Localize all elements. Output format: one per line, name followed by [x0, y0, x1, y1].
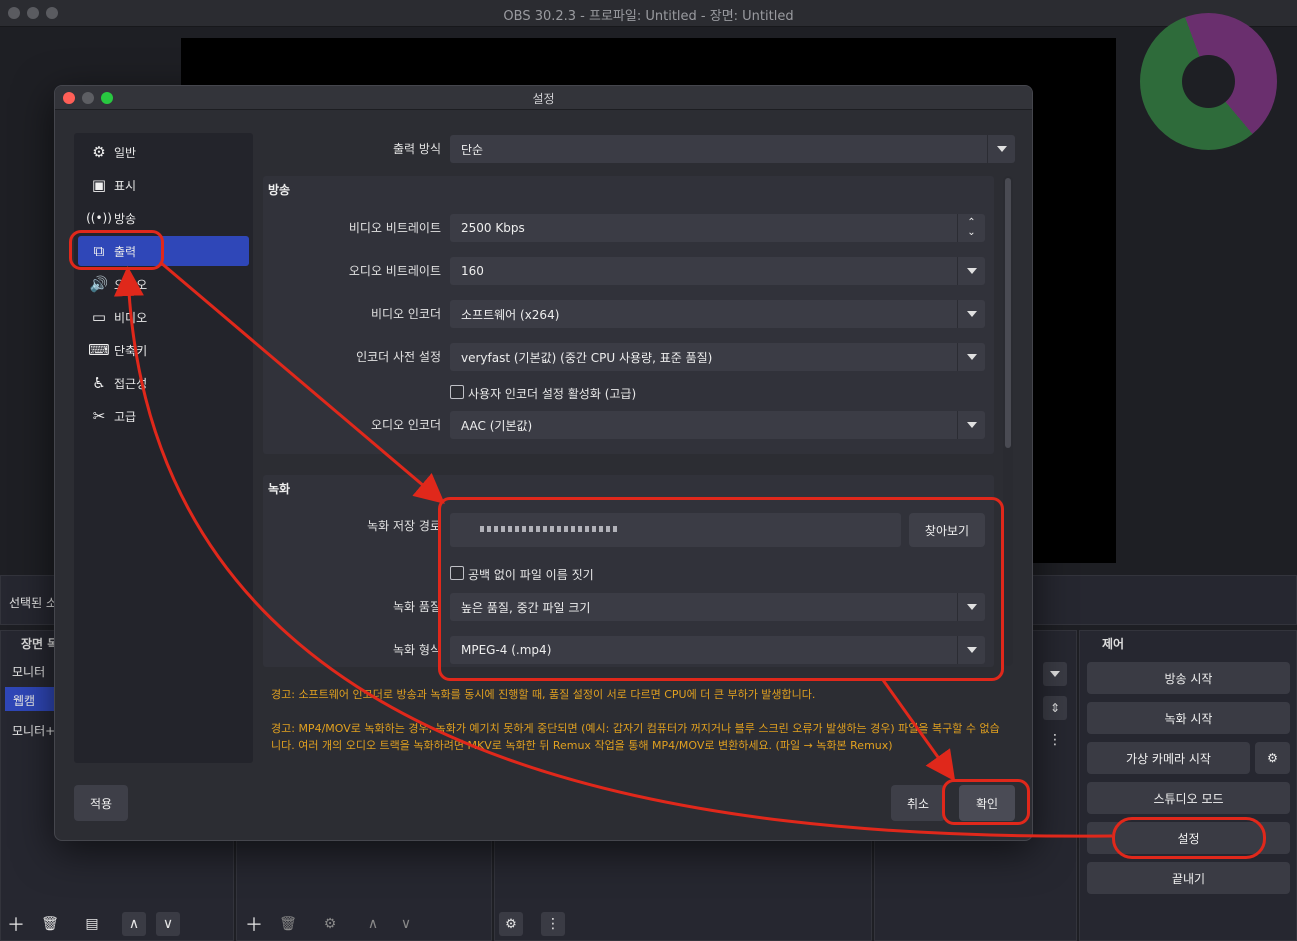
- arrow-recording-to-ok: [881, 679, 956, 782]
- annotation-arrows: [113, 260, 1113, 838]
- arrow-output-to-recording: [159, 260, 445, 504]
